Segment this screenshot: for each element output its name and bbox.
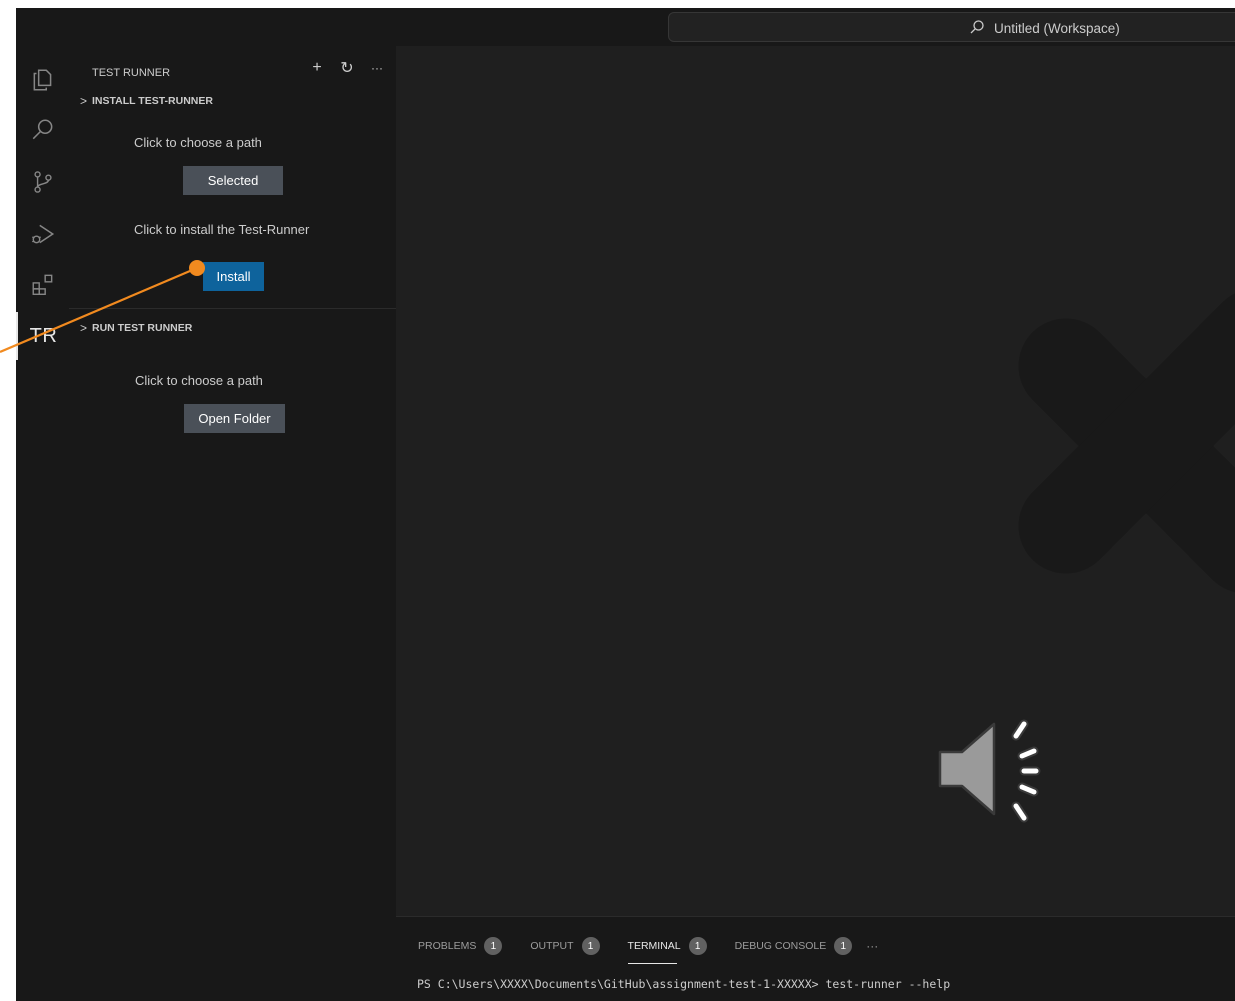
command-center-label: Untitled (Workspace): [994, 21, 1120, 36]
install-button[interactable]: Install: [203, 262, 264, 291]
source-control-icon[interactable]: [16, 158, 69, 206]
sidebar-actions: + ↻ ···: [307, 58, 387, 78]
explorer-icon[interactable]: [16, 56, 69, 104]
tab-problems[interactable]: PROBLEMS 1: [418, 937, 503, 955]
test-runner-view-icon[interactable]: TR: [16, 312, 69, 360]
activity-bar: TR: [16, 46, 69, 1001]
search-icon: [969, 19, 985, 38]
chevron-right-icon: >: [80, 94, 88, 108]
install-text: Click to install the Test-Runner: [134, 222, 310, 237]
command-center[interactable]: Untitled (Workspace): [668, 12, 1235, 42]
install-section-header[interactable]: > INSTALL TEST-RUNNER: [80, 91, 213, 111]
tab-output[interactable]: OUTPUT 1: [530, 937, 600, 955]
selected-button[interactable]: Selected: [183, 166, 283, 195]
install-section-title: INSTALL TEST-RUNNER: [92, 95, 213, 107]
search-icon[interactable]: [16, 106, 69, 154]
more-panel-tabs-icon[interactable]: ···: [866, 939, 878, 953]
tab-label: PROBLEMS: [418, 940, 477, 952]
chevron-right-icon: >: [80, 321, 88, 335]
count-badge: 1: [688, 937, 707, 955]
refresh-icon[interactable]: ↻: [337, 58, 357, 78]
count-badge: 1: [581, 937, 600, 955]
section-divider: [69, 308, 396, 309]
count-badge: 1: [484, 937, 503, 955]
tab-label: OUTPUT: [530, 940, 574, 952]
speaker-icon: [938, 719, 1041, 823]
tab-debug-console[interactable]: DEBUG CONSOLE 1: [735, 937, 853, 955]
tab-terminal[interactable]: TERMINAL 1: [627, 937, 707, 964]
vscode-window: Untitled (Workspace) TR TEST RUNNER + ↻ …: [16, 8, 1235, 1001]
terminal-line: PS C:\Users\XXXX\Documents\GitHub\assign…: [417, 977, 951, 991]
editor-area: [396, 46, 1235, 916]
sidebar: TEST RUNNER + ↻ ··· > INSTALL TEST-RUNNE…: [69, 46, 396, 1001]
run-section-header[interactable]: > RUN TEST RUNNER: [80, 318, 192, 338]
title-bar: Untitled (Workspace): [16, 8, 1235, 46]
panel-tabs: PROBLEMS 1 OUTPUT 1 TERMINAL 1 DEBUG CON…: [418, 937, 878, 964]
run-section-title: RUN TEST RUNNER: [92, 322, 193, 334]
sidebar-title: TEST RUNNER: [92, 67, 171, 79]
extensions-icon[interactable]: [16, 260, 69, 308]
run-debug-icon[interactable]: [16, 210, 69, 258]
tab-label: TERMINAL: [627, 940, 681, 952]
more-actions-icon[interactable]: ···: [367, 58, 387, 78]
test-runner-view-label: TR: [29, 324, 58, 347]
run-choose-path-text: Click to choose a path: [135, 373, 263, 388]
bottom-panel: PROBLEMS 1 OUTPUT 1 TERMINAL 1 DEBUG CON…: [396, 916, 1235, 1001]
tab-label: DEBUG CONSOLE: [734, 940, 827, 952]
open-folder-button[interactable]: Open Folder: [184, 404, 285, 433]
install-choose-path-text: Click to choose a path: [134, 135, 262, 150]
vscode-watermark-icon: [1018, 293, 1235, 593]
count-badge: 1: [834, 937, 853, 955]
add-icon[interactable]: +: [307, 58, 327, 78]
